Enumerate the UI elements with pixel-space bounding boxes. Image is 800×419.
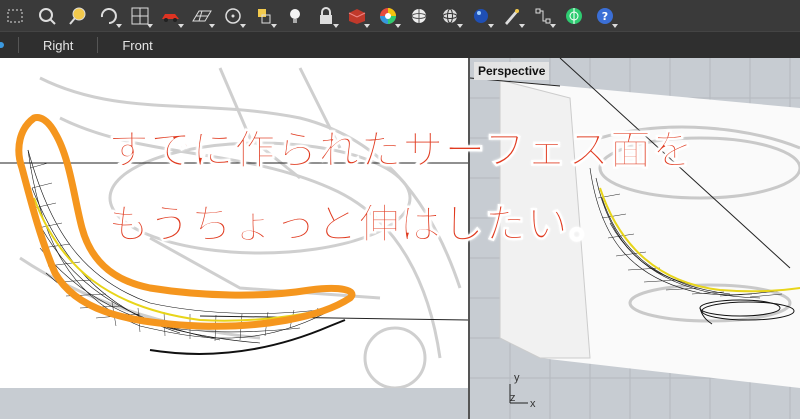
gumball-icon [565,7,582,24]
chevron-down-icon [271,24,277,28]
chevron-down-icon [395,24,401,28]
chevron-down-icon [333,24,339,28]
light-bulb-icon [289,8,300,23]
viewport-layout-button[interactable] [124,0,155,31]
snap-button[interactable] [527,0,558,31]
chevron-down-icon [240,24,246,28]
chevron-down-icon [178,24,184,28]
axis-y-label: y [514,372,520,384]
axis-x-label: x [530,398,536,410]
sphere-shaded-button[interactable] [434,0,465,31]
color-wheel-button[interactable] [372,0,403,31]
polygon-tool-button[interactable] [0,0,31,31]
tab-divider [97,37,99,53]
blue-sphere-button[interactable] [465,0,496,31]
annotation-line-1: すでに作られたサーフェス面を [108,126,694,175]
help-button[interactable]: ? [589,0,620,31]
active-tab-indicator [0,42,4,48]
chevron-down-icon [519,24,525,28]
perspective-label: Perspective [474,62,550,80]
sphere-wireframe-button[interactable] [403,0,434,31]
chevron-down-icon [209,24,215,28]
annotation-line-2: もうちょっと伸ばしたい。 [108,200,611,249]
polygon-tool-icon [7,9,22,22]
chevron-down-icon [457,24,463,28]
rotate-view-button[interactable] [93,0,124,31]
light-bulb-button[interactable] [279,0,310,31]
viewport-tabs: Right Front [0,31,800,59]
layer-button[interactable] [248,0,279,31]
material-swatch-button[interactable] [341,0,372,31]
main-toolbar: ? [0,0,800,31]
zoom-icon [68,7,85,25]
viewport-grid-strip [0,388,468,419]
chevron-down-icon [364,24,370,28]
sphere-wireframe-icon [411,8,426,23]
grid-plane-button[interactable] [186,0,217,31]
lock-button[interactable] [310,0,341,31]
zoom-button[interactable] [62,0,93,31]
zoom-extents-icon [38,7,56,25]
tab-front[interactable]: Front [112,38,162,53]
chevron-down-icon [147,24,153,28]
chevron-down-icon [550,24,556,28]
tab-right[interactable]: Right [33,38,83,53]
target-button[interactable] [217,0,248,31]
axis-z-label: z [510,392,516,404]
render-button[interactable] [496,0,527,31]
zoom-extents-button[interactable] [31,0,62,31]
car-button[interactable] [155,0,186,31]
chevron-down-icon [116,24,122,28]
tab-divider [18,37,19,53]
gumball-button[interactable] [558,0,589,31]
chevron-down-icon [488,24,494,28]
chevron-down-icon [612,24,618,28]
svg-text:?: ? [601,10,607,23]
